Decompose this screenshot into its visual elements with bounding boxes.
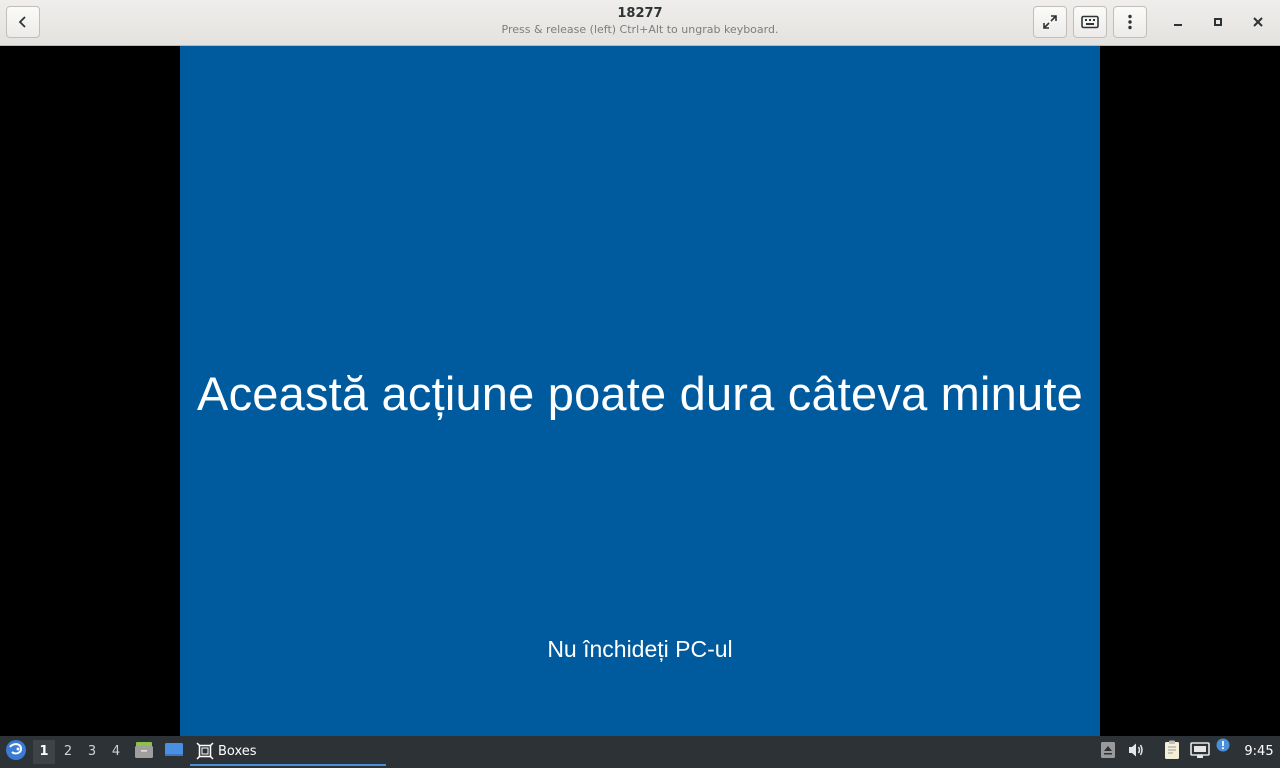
clipboard-icon xyxy=(1163,740,1181,764)
vm-heading: Această acțiune poate dura câteva minute xyxy=(197,367,1083,420)
task-boxes[interactable]: Boxes xyxy=(190,738,386,766)
arrow-up-icon xyxy=(1100,741,1116,763)
start-menu-button[interactable] xyxy=(4,740,28,764)
network-icon xyxy=(1190,741,1210,763)
task-label: Boxes xyxy=(218,743,257,759)
back-button[interactable] xyxy=(6,6,40,38)
desktop-icon xyxy=(164,741,184,763)
expand-icon xyxy=(1042,14,1058,30)
workspace-4[interactable]: 4 xyxy=(105,740,127,764)
clock[interactable]: 9:45 xyxy=(1240,736,1278,768)
boxes-icon xyxy=(195,741,215,761)
volume-icon xyxy=(1127,742,1145,762)
vm-screen[interactable]: Această acțiune poate dura câteva minute… xyxy=(180,46,1100,736)
file-manager-launcher[interactable] xyxy=(133,741,155,763)
taskbar: 1 2 3 4 Boxes 9:45 xyxy=(0,736,1280,768)
vertical-dots-icon xyxy=(1127,14,1133,30)
notification-icon xyxy=(1216,737,1230,756)
workspace-2[interactable]: 2 xyxy=(57,740,79,764)
clipboard-button[interactable] xyxy=(1162,740,1182,764)
keyboard-button[interactable] xyxy=(1073,6,1107,38)
window-title: 18277 xyxy=(617,6,663,21)
network-button[interactable] xyxy=(1190,742,1210,762)
show-desktop-launcher[interactable] xyxy=(163,741,185,763)
file-manager-icon xyxy=(134,740,154,764)
close-button[interactable] xyxy=(1245,9,1271,35)
workspace-1[interactable]: 1 xyxy=(33,740,55,764)
volume-button[interactable] xyxy=(1126,742,1146,762)
header-bar: 18277 Press & release (left) Ctrl+Alt to… xyxy=(0,0,1280,46)
vm-display[interactable]: Această acțiune poate dura câteva minute… xyxy=(0,46,1280,736)
fullscreen-button[interactable] xyxy=(1033,6,1067,38)
window-subtitle: Press & release (left) Ctrl+Alt to ungra… xyxy=(501,23,779,36)
vm-subtext: Nu închideți PC-ul xyxy=(547,636,733,662)
menu-button[interactable] xyxy=(1113,6,1147,38)
workspace-3[interactable]: 3 xyxy=(81,740,103,764)
distro-logo-icon xyxy=(5,739,27,765)
minimize-icon xyxy=(1172,13,1184,32)
minimize-button[interactable] xyxy=(1165,9,1191,35)
maximize-icon xyxy=(1212,13,1224,32)
keyboard-icon xyxy=(1081,15,1099,29)
notification-button[interactable] xyxy=(1216,737,1230,756)
tray-overflow-button[interactable] xyxy=(1098,742,1118,762)
close-icon xyxy=(1252,13,1264,32)
chevron-left-icon xyxy=(16,15,30,29)
maximize-button[interactable] xyxy=(1205,9,1231,35)
